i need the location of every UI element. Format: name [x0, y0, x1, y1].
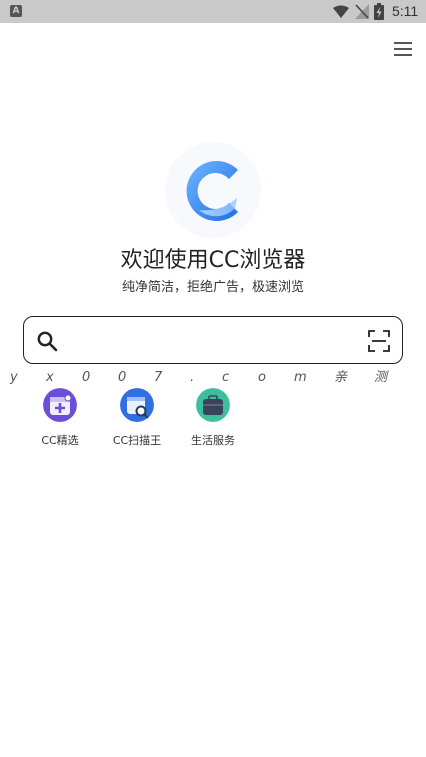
shortcut-label: CC扫描王	[112, 434, 162, 447]
life-services-icon	[196, 388, 230, 422]
shortcut-label: CC精选	[41, 434, 79, 447]
search-input[interactable]	[72, 325, 352, 355]
search-bar[interactable]	[23, 316, 403, 364]
welcome-title: 欢迎使用CC浏览器	[120, 248, 306, 273]
cc-featured-icon	[43, 388, 77, 422]
cc-scanner-icon	[120, 388, 154, 422]
scan-icon[interactable]	[368, 330, 390, 352]
status-bar: A 5:11	[0, 0, 426, 23]
welcome-subtitle: 纯净简洁，拒绝广告，极速浏览	[121, 280, 304, 295]
notification-app-icon: A	[10, 5, 22, 17]
cc-browser-logo	[165, 142, 261, 238]
status-time: 5:11	[392, 3, 419, 19]
shortcut-life-services[interactable]: 生活服务	[183, 388, 243, 452]
hamburger-menu-icon[interactable]	[394, 42, 412, 56]
shortcut-cc-featured[interactable]: CC精选	[30, 388, 90, 452]
watermark-text: y x 0 0 7 . c o m 亲 测	[10, 370, 388, 385]
shortcut-label: 生活服务	[191, 434, 235, 447]
battery-charging-icon	[374, 3, 384, 20]
no-signal-icon	[355, 4, 369, 19]
shortcut-cc-scanner[interactable]: CC扫描王	[107, 388, 167, 452]
search-icon[interactable]	[36, 330, 58, 352]
wifi-icon	[333, 5, 349, 18]
